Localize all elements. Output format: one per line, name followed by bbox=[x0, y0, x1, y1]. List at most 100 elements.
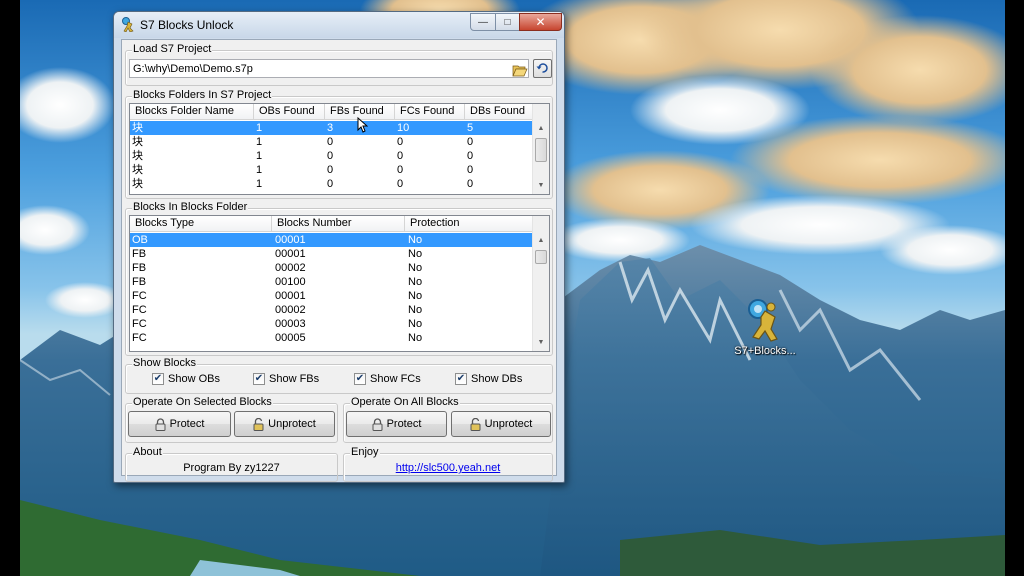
show-blocks-group: Show Blocks ✔ Show OBs ✔ Show FBs ✔ Show… bbox=[125, 357, 553, 394]
load-project-group-title: Load S7 Project bbox=[132, 43, 213, 55]
protect-all-button[interactable]: Protect bbox=[346, 411, 447, 437]
folders-list[interactable]: Blocks Folder Name OBs Found FBs Found F… bbox=[129, 103, 550, 195]
folder-row[interactable]: 块 1 0 0 0 bbox=[130, 163, 534, 177]
lock-icon bbox=[155, 417, 166, 431]
reload-project-button[interactable] bbox=[533, 59, 552, 78]
folder-cell: 1 bbox=[256, 150, 263, 162]
desktop-icon-label: S7+Blocks... bbox=[734, 345, 796, 357]
block-cell: 00001 bbox=[275, 234, 306, 246]
folders-col-dbs[interactable]: DBs Found bbox=[465, 104, 534, 120]
blocks-col-type[interactable]: Blocks Type bbox=[130, 216, 272, 232]
maximize-button[interactable]: □ bbox=[495, 13, 520, 31]
blocks-list-header: Blocks Type Blocks Number Protection bbox=[130, 216, 534, 232]
blocks-group: Blocks In Blocks Folder Blocks Type Bloc… bbox=[125, 201, 553, 356]
scroll-thumb[interactable] bbox=[535, 250, 547, 264]
folder-cell: 块 bbox=[132, 150, 143, 162]
s7-unlock-app-icon bbox=[741, 295, 789, 343]
block-cell: FB bbox=[132, 248, 147, 260]
lock-icon bbox=[372, 417, 383, 431]
folder-cell: 块 bbox=[132, 178, 143, 190]
show-fbs-checkbox[interactable]: ✔ Show FBs bbox=[253, 373, 319, 385]
block-row[interactable]: OB 00001 No bbox=[130, 233, 534, 247]
minimize-button[interactable]: — bbox=[470, 13, 496, 31]
block-cell: 00001 bbox=[275, 248, 306, 260]
title-bar[interactable]: S7 Blocks Unlock — □ ✕ bbox=[114, 12, 564, 38]
folders-group: Blocks Folders In S7 Project Blocks Fold… bbox=[125, 89, 553, 199]
blocks-list[interactable]: Blocks Type Blocks Number Protection OB 0… bbox=[129, 215, 550, 352]
block-row[interactable]: FC 00003 No bbox=[130, 317, 534, 331]
folder-cell: 0 bbox=[327, 164, 334, 176]
unlock-icon bbox=[470, 417, 481, 431]
folder-cell: 块 bbox=[132, 136, 143, 148]
folders-col-obs[interactable]: OBs Found bbox=[254, 104, 325, 120]
folder-row[interactable]: 块 1 0 0 0 bbox=[130, 149, 534, 163]
project-path-field[interactable] bbox=[129, 59, 529, 78]
scroll-up-arrow-icon[interactable]: ▲ bbox=[533, 121, 549, 137]
block-cell: No bbox=[408, 234, 423, 246]
browse-project-button[interactable] bbox=[510, 60, 529, 79]
folder-cell: 0 bbox=[327, 136, 334, 148]
block-cell: FC bbox=[132, 318, 147, 330]
folder-row[interactable]: 块 1 0 0 0 bbox=[130, 177, 534, 191]
checkbox-check-icon: ✔ bbox=[152, 373, 164, 385]
block-row[interactable]: FB 00100 No bbox=[130, 275, 534, 289]
block-row[interactable]: FC 00005 No bbox=[130, 331, 534, 345]
folders-scrollbar[interactable]: ▲ ▼ bbox=[532, 104, 549, 194]
block-row[interactable]: FB 00001 No bbox=[130, 247, 534, 261]
folder-cell: 块 bbox=[132, 122, 143, 134]
protect-all-label: Protect bbox=[386, 418, 422, 430]
show-dbs-checkbox[interactable]: ✔ Show DBs bbox=[455, 373, 522, 385]
website-link[interactable]: http://slc500.yeah.net bbox=[396, 462, 501, 474]
unprotect-selected-button[interactable]: Unprotect bbox=[234, 411, 335, 437]
block-row[interactable]: FC 00001 No bbox=[130, 289, 534, 303]
enjoy-group-title: Enjoy bbox=[350, 446, 380, 458]
scroll-down-arrow-icon[interactable]: ▼ bbox=[533, 178, 549, 194]
block-cell: No bbox=[408, 332, 423, 344]
client-area: Load S7 Project Blocks Folders In S7 Pro… bbox=[121, 39, 557, 482]
protect-selected-button[interactable]: Protect bbox=[128, 411, 231, 437]
checkbox-check-icon: ✔ bbox=[455, 373, 467, 385]
unprotect-all-label: Unprotect bbox=[484, 418, 533, 430]
block-cell: 00002 bbox=[275, 304, 306, 316]
block-cell: 00001 bbox=[275, 290, 306, 302]
unlock-icon bbox=[253, 417, 264, 431]
folder-cell: 1 bbox=[256, 164, 263, 176]
folder-cell: 0 bbox=[327, 150, 334, 162]
blocks-list-body: OB 00001 No FB 00001 No FB 00002 No FB 00100 No FC 00… bbox=[130, 233, 534, 345]
block-row[interactable]: FC 00002 No bbox=[130, 303, 534, 317]
folder-row[interactable]: 块 1 3 10 5 bbox=[130, 121, 534, 135]
show-obs-checkbox[interactable]: ✔ Show OBs bbox=[152, 373, 220, 385]
scroll-down-arrow-icon[interactable]: ▼ bbox=[533, 335, 549, 351]
blocks-col-protection[interactable]: Protection bbox=[405, 216, 534, 232]
load-project-group: Load S7 Project bbox=[125, 43, 553, 86]
scroll-up-arrow-icon[interactable]: ▲ bbox=[533, 233, 549, 249]
blocks-group-title: Blocks In Blocks Folder bbox=[132, 201, 249, 213]
block-cell: 00100 bbox=[275, 276, 306, 288]
folder-row[interactable]: 块 1 0 0 0 bbox=[130, 135, 534, 149]
scroll-thumb[interactable] bbox=[535, 138, 547, 162]
folder-cell: 0 bbox=[467, 164, 474, 176]
close-icon: ✕ bbox=[535, 15, 546, 29]
folder-open-icon bbox=[511, 65, 528, 76]
folder-cell: 1 bbox=[256, 178, 263, 190]
block-cell: No bbox=[408, 276, 423, 288]
show-fcs-checkbox[interactable]: ✔ Show FCs bbox=[354, 373, 421, 385]
show-obs-label: Show OBs bbox=[168, 373, 220, 385]
unprotect-all-button[interactable]: Unprotect bbox=[451, 411, 551, 437]
blocks-col-number[interactable]: Blocks Number bbox=[272, 216, 405, 232]
desktop-app-shortcut[interactable]: S7+Blocks... bbox=[730, 295, 800, 357]
operate-all-group-title: Operate On All Blocks bbox=[350, 396, 460, 408]
mouse-pointer-icon bbox=[357, 116, 369, 136]
folder-cell: 块 bbox=[132, 164, 143, 176]
close-button[interactable]: ✕ bbox=[519, 13, 562, 31]
reload-icon bbox=[536, 63, 548, 73]
block-row[interactable]: FB 00002 No bbox=[130, 261, 534, 275]
folders-col-fcs[interactable]: FCs Found bbox=[395, 104, 465, 120]
folders-col-name[interactable]: Blocks Folder Name bbox=[130, 104, 254, 120]
folders-list-header: Blocks Folder Name OBs Found FBs Found F… bbox=[130, 104, 534, 120]
block-cell: FC bbox=[132, 332, 147, 344]
block-cell: 00005 bbox=[275, 332, 306, 344]
block-cell: OB bbox=[132, 234, 148, 246]
blocks-scrollbar[interactable]: ▲ ▼ bbox=[532, 216, 549, 351]
block-cell: No bbox=[408, 248, 423, 260]
